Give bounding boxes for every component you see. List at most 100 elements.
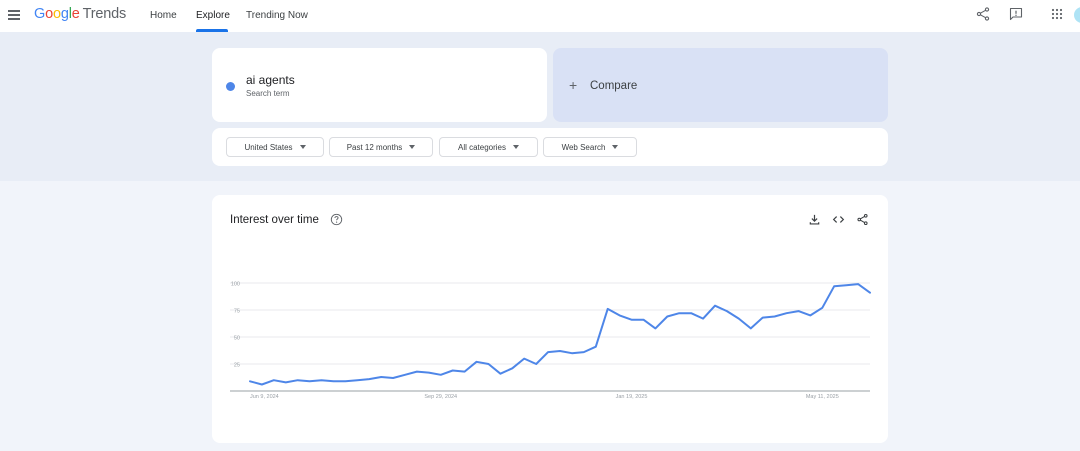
data-point[interactable]	[558, 349, 562, 353]
logo-letter: o	[52, 6, 61, 22]
tab-explore[interactable]: Explore	[196, 10, 230, 21]
data-point[interactable]	[725, 309, 729, 313]
data-point[interactable]	[439, 373, 443, 377]
x-tick-label: Jun 9, 2024	[250, 394, 279, 400]
data-point[interactable]	[344, 379, 348, 383]
data-point[interactable]	[332, 379, 336, 383]
interest-line-chart[interactable]: 25 50 75 100 Jun 9, 2024 Sep 29, 2024 Jan 19,…	[212, 195, 888, 443]
data-point[interactable]	[367, 377, 371, 381]
data-point[interactable]	[379, 375, 383, 379]
menu-icon[interactable]	[8, 10, 20, 20]
x-tick-label: Jan 19, 2025	[616, 394, 648, 400]
data-point[interactable]	[582, 350, 586, 354]
data-point[interactable]	[403, 373, 407, 377]
share-icon[interactable]	[975, 6, 991, 22]
data-point[interactable]	[463, 370, 467, 374]
series-line-ai-agents	[249, 283, 871, 386]
apps-grid-icon[interactable]	[1049, 6, 1065, 22]
data-point[interactable]	[499, 372, 503, 376]
data-point[interactable]	[856, 282, 860, 286]
region-select[interactable]: United States	[226, 137, 324, 157]
data-point[interactable]	[308, 379, 312, 383]
data-point[interactable]	[391, 376, 395, 380]
data-point[interactable]	[749, 327, 753, 331]
data-point[interactable]	[618, 314, 622, 318]
data-point[interactable]	[844, 283, 848, 287]
data-point[interactable]	[272, 378, 276, 382]
data-point[interactable]	[666, 315, 670, 319]
google-trends-logo[interactable]: Google Trends	[34, 6, 126, 22]
search-term-name[interactable]: ai agents	[246, 73, 295, 87]
compare-button[interactable]: + Compare	[553, 48, 888, 122]
search-type-select-label: Web Search	[561, 142, 606, 152]
region-select-label: United States	[244, 142, 293, 152]
search-term-type: Search term	[246, 89, 290, 98]
logo-letter: G	[34, 6, 46, 22]
x-tick-label: May 11, 2025	[806, 394, 839, 400]
data-point[interactable]	[654, 327, 658, 331]
data-point[interactable]	[785, 311, 789, 315]
data-point[interactable]	[427, 371, 431, 375]
data-point[interactable]	[832, 284, 836, 288]
tab-home[interactable]: Home	[150, 10, 177, 21]
data-point[interactable]	[546, 350, 550, 354]
filters-bar: United States Past 12 months All categor…	[212, 128, 888, 166]
data-point[interactable]	[570, 351, 574, 355]
search-type-select[interactable]: Web Search	[543, 137, 637, 157]
data-point[interactable]	[701, 317, 705, 321]
interest-over-time-card: Interest over time 25 50 75 100 Jun 9, 2024…	[212, 195, 888, 443]
data-point[interactable]	[415, 370, 419, 374]
search-term-card[interactable]: ai agents Search term	[212, 48, 547, 122]
data-point[interactable]	[713, 304, 717, 308]
y-tick-label: 25	[234, 363, 240, 369]
data-point[interactable]	[677, 311, 681, 315]
data-point[interactable]	[689, 311, 693, 315]
account-avatar[interactable]	[1074, 7, 1080, 23]
y-tick-label: 50	[234, 336, 240, 342]
data-point[interactable]	[260, 383, 264, 387]
data-point[interactable]	[511, 367, 515, 371]
term-color-dot	[226, 82, 235, 91]
y-tick-label: 100	[231, 282, 240, 288]
data-point[interactable]	[809, 314, 813, 318]
caret-down-icon	[299, 145, 306, 149]
data-point[interactable]	[642, 318, 646, 322]
logo-letter: g	[60, 6, 69, 22]
compare-label: Compare	[590, 80, 638, 92]
category-select-label: All categories	[457, 142, 507, 152]
data-point[interactable]	[761, 316, 765, 320]
caret-down-icon	[409, 145, 416, 149]
tab-trending-now[interactable]: Trending Now	[246, 10, 308, 21]
data-point[interactable]	[320, 378, 324, 382]
data-point[interactable]	[868, 291, 872, 295]
data-point[interactable]	[534, 362, 538, 366]
x-tick-label: Sep 29, 2024	[424, 394, 457, 400]
logo-trends-text: Trends	[82, 6, 127, 22]
data-point[interactable]	[284, 381, 288, 385]
caret-down-icon	[612, 145, 619, 149]
data-point[interactable]	[356, 378, 360, 382]
y-tick-label: 75	[234, 309, 240, 315]
data-point[interactable]	[487, 362, 491, 366]
time-range-select-label: Past 12 months	[346, 142, 403, 152]
plus-icon: +	[569, 77, 578, 93]
data-point[interactable]	[630, 318, 634, 322]
data-point[interactable]	[451, 369, 455, 373]
data-point[interactable]	[475, 360, 479, 364]
category-select[interactable]: All categories	[439, 137, 538, 157]
logo-letter: e	[71, 6, 80, 22]
data-point[interactable]	[797, 309, 801, 313]
time-range-select[interactable]: Past 12 months	[329, 137, 433, 157]
data-point[interactable]	[522, 357, 526, 361]
data-point[interactable]	[594, 345, 598, 349]
data-point[interactable]	[606, 307, 610, 311]
data-point[interactable]	[821, 306, 825, 310]
data-point[interactable]	[737, 317, 741, 321]
feedback-icon[interactable]	[1008, 6, 1024, 22]
data-point[interactable]	[296, 378, 300, 382]
data-point[interactable]	[248, 379, 252, 383]
logo-letter: o	[45, 6, 53, 22]
caret-down-icon	[513, 145, 520, 149]
data-point[interactable]	[773, 315, 777, 319]
top-app-bar: Google Trends Home Explore Trending Now	[0, 0, 1080, 32]
